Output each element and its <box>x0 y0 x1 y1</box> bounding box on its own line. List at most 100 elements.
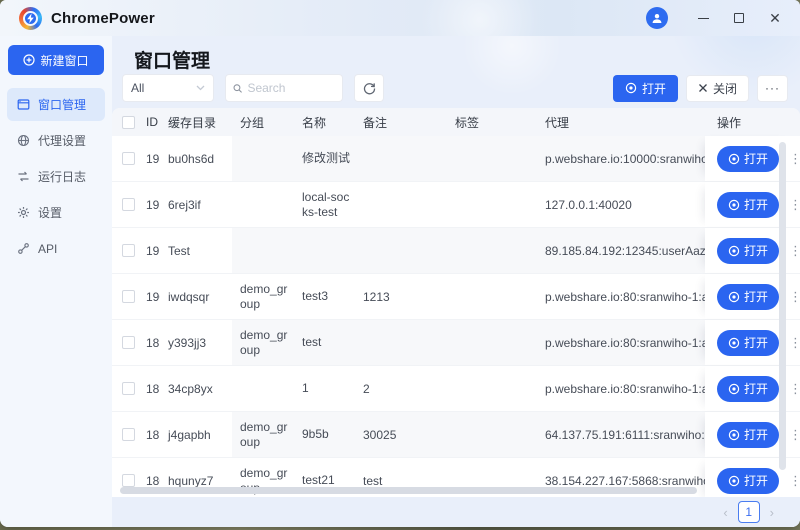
open-icon <box>728 383 740 395</box>
cell-group: demo_group <box>232 412 294 457</box>
row-open-button[interactable]: 打开 <box>717 422 779 448</box>
cell-id: 192 <box>138 182 160 227</box>
close-button[interactable]: ✕ <box>760 5 790 31</box>
header-cache-dir: 缓存目录 <box>160 108 232 136</box>
current-page[interactable]: 1 <box>738 501 760 523</box>
horizontal-scrollbar[interactable] <box>120 487 697 494</box>
cell-id: 186 <box>138 412 160 457</box>
minimize-icon <box>698 18 709 19</box>
header-group: 分组 <box>232 108 294 136</box>
app-window: ChromePower ✕ 新建窗口 窗口管理 <box>0 0 800 527</box>
refresh-button[interactable] <box>354 74 384 102</box>
table-row: 189y393jj3demo_grouptestp.webshare.io:80… <box>112 320 800 366</box>
link-icon <box>17 242 30 255</box>
cell-proxy: 127.0.0.1:40020 <box>537 182 705 227</box>
row-more-icon[interactable]: ⋮ <box>789 197 799 213</box>
row-checkbox[interactable] <box>122 198 135 211</box>
table-row: 186j4gapbhdemo_group9b5b3002564.137.75.1… <box>112 412 800 458</box>
cell-tag <box>447 136 537 181</box>
more-actions-button[interactable]: ··· <box>757 75 788 102</box>
cell-id: 193 <box>138 136 160 181</box>
row-checkbox[interactable] <box>122 290 135 303</box>
cell-cache-dir: bu0hs6d <box>160 136 232 181</box>
maximize-icon <box>734 13 744 23</box>
maximize-button[interactable] <box>724 5 754 31</box>
cell-proxy: 64.137.75.191:6111:sranwiho:atonupx <box>537 412 705 457</box>
table-row: 193bu0hs6d 修改测试 p.webshare.io:10000:sranwi… <box>112 136 800 182</box>
sidebar-item-proxy-settings[interactable]: 代理设置 <box>7 124 105 157</box>
row-open-button[interactable]: 打开 <box>717 192 779 218</box>
row-checkbox[interactable] <box>122 382 135 395</box>
open-selected-button[interactable]: 打开 <box>613 75 678 102</box>
row-open-button[interactable]: 打开 <box>717 376 779 402</box>
open-icon <box>728 245 740 257</box>
app-logo-icon <box>19 7 42 30</box>
row-checkbox[interactable] <box>122 428 135 441</box>
next-page-button[interactable]: › <box>770 505 774 520</box>
sidebar-item-api[interactable]: API <box>7 232 105 265</box>
cell-remark <box>355 320 447 365</box>
cell-group <box>232 136 294 181</box>
gear-icon <box>17 206 30 219</box>
window-icon <box>17 98 30 111</box>
row-checkbox[interactable] <box>122 152 135 165</box>
plus-circle-icon <box>23 54 35 66</box>
open-icon <box>728 153 740 165</box>
user-avatar[interactable] <box>646 7 668 29</box>
open-icon <box>625 82 637 94</box>
cell-tag <box>447 182 537 227</box>
group-filter-select[interactable]: All <box>122 74 214 102</box>
cell-cache-dir: y393jj3 <box>160 320 232 365</box>
cell-remark <box>355 136 447 181</box>
close-icon: ✕ <box>769 11 781 25</box>
row-more-icon[interactable]: ⋮ <box>789 427 799 443</box>
cell-cache-dir: Test <box>160 228 232 273</box>
cell-remark: 30025 <box>355 412 447 457</box>
row-more-icon[interactable]: ⋮ <box>789 151 799 167</box>
row-more-icon[interactable]: ⋮ <box>789 473 799 489</box>
header-tag: 标签 <box>447 108 537 136</box>
search-input[interactable] <box>247 81 335 95</box>
close-selected-button[interactable]: 关闭 <box>686 75 749 102</box>
prev-page-button[interactable]: ‹ <box>723 505 727 520</box>
cell-name: 修改测试 <box>294 136 355 181</box>
cell-id: 191 <box>138 228 160 273</box>
search-icon <box>233 83 242 94</box>
open-icon <box>728 475 740 487</box>
row-more-icon[interactable]: ⋮ <box>789 243 799 259</box>
row-more-icon[interactable]: ⋮ <box>789 381 799 397</box>
row-open-button[interactable]: 打开 <box>717 330 779 356</box>
table-row: 18734cp8yx12p.webshare.io:80:sranwiho-1:… <box>112 366 800 412</box>
cell-remark: 1213 <box>355 274 447 319</box>
search-box <box>225 74 343 102</box>
cell-name: local-socks-test <box>294 182 355 227</box>
minimize-button[interactable] <box>688 5 718 31</box>
row-checkbox[interactable] <box>122 244 135 257</box>
row-checkbox[interactable] <box>122 336 135 349</box>
sidebar-item-run-logs[interactable]: 运行日志 <box>7 160 105 193</box>
header-name: 名称 <box>294 108 355 136</box>
row-open-button[interactable]: 打开 <box>717 146 779 172</box>
sidebar-menu: 窗口管理 代理设置 运行日志 <box>0 88 112 265</box>
sidebar-item-settings[interactable]: 设置 <box>7 196 105 229</box>
table-body: 193bu0hs6d 修改测试 p.webshare.io:10000:sranwi… <box>112 136 800 497</box>
row-more-icon[interactable]: ⋮ <box>789 335 799 351</box>
cell-proxy: p.webshare.io:80:sranwiho-1:atonupx <box>537 366 705 411</box>
row-more-icon[interactable]: ⋮ <box>789 289 799 305</box>
new-window-button[interactable]: 新建窗口 <box>8 45 104 75</box>
cell-proxy: p.webshare.io:10000:sranwiho-1:aton <box>537 136 705 181</box>
cell-tag <box>447 274 537 319</box>
row-open-button[interactable]: 打开 <box>717 238 779 264</box>
globe-icon <box>17 134 30 147</box>
titlebar: ChromePower ✕ <box>0 0 800 36</box>
select-all-checkbox[interactable] <box>122 116 135 129</box>
table-row: 190iwdqsqrdemo_grouptest31213p.webshare.… <box>112 274 800 320</box>
cell-tag <box>447 228 537 273</box>
cell-name: test3 <box>294 274 355 319</box>
row-open-button[interactable]: 打开 <box>717 468 779 494</box>
cell-cache-dir: 34cp8yx <box>160 366 232 411</box>
vertical-scrollbar[interactable] <box>779 142 786 470</box>
row-open-button[interactable]: 打开 <box>717 284 779 310</box>
sidebar-item-window-management[interactable]: 窗口管理 <box>7 88 105 121</box>
row-checkbox[interactable] <box>122 474 135 487</box>
